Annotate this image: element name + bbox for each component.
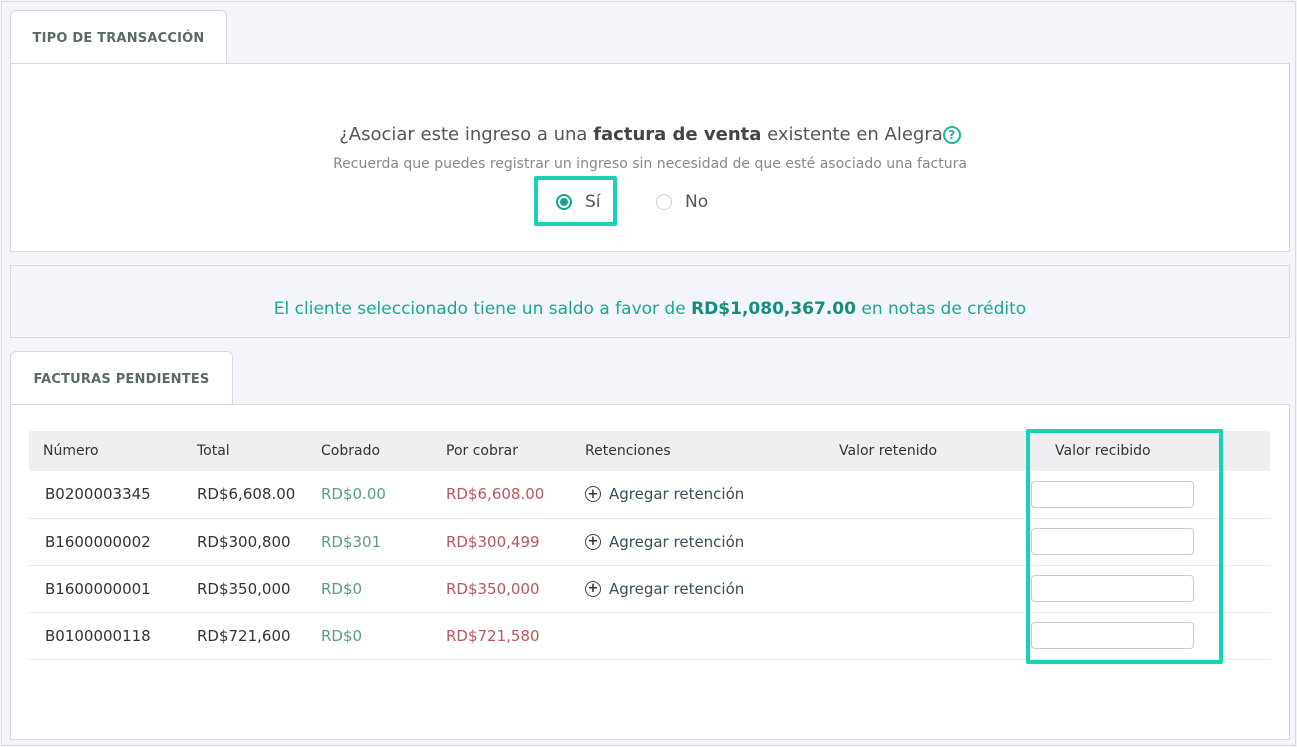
cell-valor-recibido xyxy=(1017,565,1270,613)
cell-por-cobrar: RD$6,608.00 xyxy=(446,471,585,519)
credit-balance-banner: El cliente seleccionado tiene un saldo a… xyxy=(10,265,1290,338)
tab-pending-invoices-label: FACTURAS PENDIENTES xyxy=(33,371,210,387)
valor-recibido-input[interactable] xyxy=(1031,528,1194,555)
radio-yes-dot-icon[interactable] xyxy=(556,194,572,210)
valor-recibido-input[interactable] xyxy=(1031,575,1194,602)
cell-retenciones: + Agregar retención xyxy=(585,471,839,519)
cell-valor-recibido xyxy=(1017,471,1270,519)
add-withholding-label: Agregar retención xyxy=(609,485,745,504)
add-withholding-label: Agregar retención xyxy=(609,579,745,598)
add-withholding-button[interactable]: + Agregar retención xyxy=(585,533,839,551)
credit-balance-text: El cliente seleccionado tiene un saldo a… xyxy=(11,299,1289,319)
cell-cobrado: RD$0.00 xyxy=(321,471,446,519)
tab-pending-invoices[interactable]: FACTURAS PENDIENTES xyxy=(10,351,233,406)
radio-yes[interactable]: Sí xyxy=(556,192,601,212)
association-hint: Recuerda que puedes registrar un ingreso… xyxy=(333,156,967,172)
cell-numero: B1600000002 xyxy=(29,518,197,566)
radio-no-label: No xyxy=(685,192,709,212)
cell-cobrado: RD$0 xyxy=(321,565,446,613)
table-header-row: Número Total Cobrado Por cobrar Retencio… xyxy=(29,431,1270,471)
valor-recibido-input[interactable] xyxy=(1031,622,1194,649)
table-row: B0100000118 RD$721,600 RD$0 RD$721,580 xyxy=(29,612,1270,660)
table-row: B1600000001 RD$350,000 RD$0 RD$350,000 +… xyxy=(29,565,1270,613)
plus-circle-icon: + xyxy=(585,486,601,503)
cell-valor-recibido xyxy=(1017,612,1270,660)
cell-por-cobrar: RD$721,580 xyxy=(446,612,585,660)
invoices-table: Número Total Cobrado Por cobrar Retencio… xyxy=(29,431,1270,660)
add-withholding-button[interactable]: + Agregar retención xyxy=(585,485,839,503)
col-retenciones: Retenciones xyxy=(585,443,671,459)
cell-valor-recibido xyxy=(1017,518,1270,566)
cell-valor-retenido xyxy=(839,565,1017,613)
col-por-cobrar: Por cobrar xyxy=(446,443,518,459)
col-valor-retenido: Valor retenido xyxy=(839,443,938,459)
credit-suffix: en notas de crédito xyxy=(855,299,1027,319)
col-numero: Número xyxy=(43,443,99,459)
radio-yes-label: Sí xyxy=(585,192,601,212)
association-question: ¿Asociar este ingreso a una factura de v… xyxy=(11,124,1289,145)
table-row: B0200003345 RD$6,608.00 RD$0.00 RD$6,608… xyxy=(29,471,1270,519)
col-valor-recibido: Valor recibido xyxy=(1055,443,1151,459)
radio-no-dot-icon[interactable] xyxy=(656,194,672,210)
cell-numero: B0200003345 xyxy=(29,471,197,519)
question-bold: factura de venta xyxy=(593,124,762,145)
credit-prefix: El cliente seleccionado tiene un saldo a… xyxy=(273,299,692,319)
cell-retenciones: + Agregar retención xyxy=(585,565,839,613)
cell-total: RD$350,000 xyxy=(197,565,321,613)
transaction-type-panel: ¿Asociar este ingreso a una factura de v… xyxy=(10,63,1290,252)
cell-total: RD$300,800 xyxy=(197,518,321,566)
add-withholding-label: Agregar retención xyxy=(609,532,745,551)
tab-transaction-type[interactable]: TIPO DE TRANSACCIÓN xyxy=(10,10,227,65)
plus-circle-icon: + xyxy=(585,580,601,597)
credit-amount: RD$1,080,367.00 xyxy=(691,299,856,319)
question-suffix: existente en Alegra xyxy=(761,124,943,145)
cell-retenciones xyxy=(585,612,839,660)
cell-valor-retenido xyxy=(839,612,1017,660)
question-circle-icon[interactable]: ? xyxy=(942,126,961,144)
question-prefix: ¿Asociar este ingreso a una xyxy=(339,124,594,145)
table-row: B1600000002 RD$300,800 RD$301 RD$300,499… xyxy=(29,518,1270,566)
cell-numero: B1600000001 xyxy=(29,565,197,613)
cell-numero: B0100000118 xyxy=(29,612,197,660)
valor-recibido-input[interactable] xyxy=(1031,480,1194,508)
col-total: Total xyxy=(197,443,230,459)
cell-valor-retenido xyxy=(839,471,1017,519)
cell-por-cobrar: RD$300,499 xyxy=(446,518,585,566)
add-withholding-button[interactable]: + Agregar retención xyxy=(585,580,839,598)
tab-transaction-type-label: TIPO DE TRANSACCIÓN xyxy=(32,30,205,46)
cell-cobrado: RD$301 xyxy=(321,518,446,566)
cell-total: RD$721,600 xyxy=(197,612,321,660)
cell-total: RD$6,608.00 xyxy=(197,471,321,519)
cell-por-cobrar: RD$350,000 xyxy=(446,565,585,613)
col-cobrado: Cobrado xyxy=(321,443,381,459)
cell-retenciones: + Agregar retención xyxy=(585,518,839,566)
plus-circle-icon: + xyxy=(585,533,601,550)
cell-valor-retenido xyxy=(839,518,1017,566)
radio-no[interactable]: No xyxy=(656,192,708,212)
cell-cobrado: RD$0 xyxy=(321,612,446,660)
pending-invoices-panel: Número Total Cobrado Por cobrar Retencio… xyxy=(10,404,1290,740)
